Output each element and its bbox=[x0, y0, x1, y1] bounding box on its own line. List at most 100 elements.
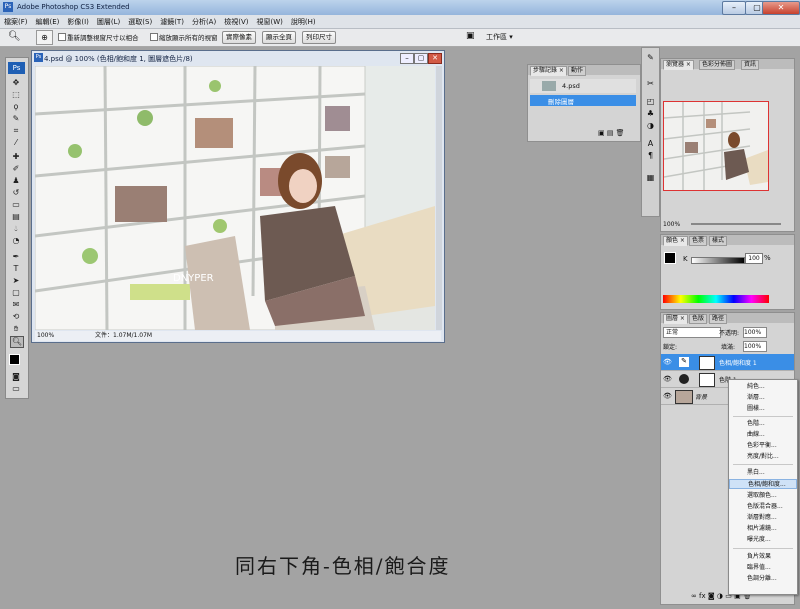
move-tool-icon[interactable]: ✥ bbox=[10, 78, 22, 88]
menu-item-gradient[interactable]: 漸層... bbox=[729, 393, 797, 403]
zoom-all-checkbox[interactable] bbox=[150, 33, 158, 41]
navigator-zoom-slider[interactable] bbox=[691, 223, 781, 225]
visibility-eye-icon[interactable]: 👁︎ bbox=[663, 358, 672, 366]
visibility-eye-icon[interactable]: 👁︎ bbox=[663, 375, 672, 383]
menu-filter[interactable]: 濾鏡(T) bbox=[156, 15, 188, 28]
menu-item-posterize[interactable]: 色調分離... bbox=[729, 574, 797, 584]
tab-actions[interactable]: 動作 bbox=[568, 66, 587, 76]
marquee-tool-icon[interactable]: ⬚ bbox=[10, 90, 22, 100]
zoom-tool-icon[interactable]: 🔍︎ bbox=[8, 31, 21, 42]
layer-comps-icon[interactable]: ◰ bbox=[645, 96, 656, 107]
navigator-preview[interactable] bbox=[663, 101, 769, 191]
menu-analysis[interactable]: 分析(A) bbox=[188, 15, 220, 28]
foreground-color-swatch[interactable] bbox=[9, 354, 20, 365]
pen-tool-icon[interactable]: ✒ bbox=[10, 252, 22, 262]
menu-item-photo-filter[interactable]: 相片濾鏡... bbox=[729, 524, 797, 534]
color-k-slider[interactable] bbox=[691, 257, 745, 264]
menu-item-hue-saturation[interactable]: 色相/飽和度... bbox=[729, 479, 797, 489]
zoom-in-icon[interactable]: ⊕ bbox=[36, 30, 53, 45]
animation-panel-icon[interactable]: ▦ bbox=[645, 172, 656, 183]
notes-tool-icon[interactable]: ✉ bbox=[10, 300, 22, 310]
3d-rotate-icon[interactable]: ⟲ bbox=[10, 312, 22, 322]
menu-item-channel-mixer[interactable]: 色版混合器... bbox=[729, 502, 797, 512]
color-value-field[interactable]: 100 bbox=[745, 253, 763, 264]
eyedropper-tool-icon[interactable]: ⁄ bbox=[10, 138, 22, 148]
menu-item-threshold[interactable]: 臨界值... bbox=[729, 563, 797, 573]
menu-item-levels[interactable]: 色階... bbox=[729, 419, 797, 429]
tab-layers[interactable]: 圖層 × bbox=[663, 314, 688, 324]
workspace-menu[interactable]: 工作區 ▾ bbox=[486, 32, 513, 42]
fit-screen-button[interactable]: 顯示全頁 bbox=[262, 31, 296, 44]
menu-item-black-white[interactable]: 黑白... bbox=[729, 468, 797, 478]
menu-item-curves[interactable]: 曲線... bbox=[729, 430, 797, 440]
status-zoom[interactable]: 100% bbox=[37, 331, 54, 341]
menu-edit[interactable]: 編輯(E) bbox=[32, 15, 64, 28]
screen-mode-icon[interactable]: ▭ bbox=[10, 384, 22, 394]
quick-select-tool-icon[interactable]: ✎ bbox=[10, 114, 22, 124]
info-panel-icon[interactable]: ◑ bbox=[645, 120, 656, 131]
tab-histogram[interactable]: 色彩分佈圖 bbox=[699, 60, 736, 70]
character-panel-icon[interactable]: A bbox=[645, 138, 656, 149]
menu-file[interactable]: 檔案(F) bbox=[0, 15, 32, 28]
tab-navigator[interactable]: 瀏覽器 × bbox=[663, 60, 694, 70]
type-tool-icon[interactable]: T bbox=[10, 264, 22, 274]
quick-mask-icon[interactable]: ◙ bbox=[10, 372, 22, 382]
doc-minimize-button[interactable]: – bbox=[400, 53, 414, 64]
history-snapshot[interactable]: 4.psd bbox=[530, 79, 636, 93]
clone-source-icon[interactable]: ♣ bbox=[645, 108, 656, 119]
menu-layer[interactable]: 圖層(L) bbox=[93, 15, 124, 28]
minimize-button[interactable]: – bbox=[722, 1, 746, 15]
navigator-zoom-value[interactable]: 100% bbox=[663, 221, 680, 228]
crop-tool-icon[interactable]: ⌗ bbox=[10, 126, 22, 136]
opacity-field[interactable]: 100% bbox=[743, 327, 767, 338]
tool-presets-icon[interactable]: ✂ bbox=[645, 78, 656, 89]
history-brush-icon[interactable]: ↺ bbox=[10, 188, 22, 198]
hand-tool-icon[interactable]: ✋︎ bbox=[10, 324, 22, 334]
menu-image[interactable]: 影像(I) bbox=[63, 15, 93, 28]
doc-close-button[interactable]: ✕ bbox=[428, 53, 442, 64]
paragraph-panel-icon[interactable]: ¶ bbox=[645, 150, 656, 161]
brush-panel-icon[interactable]: ✎ bbox=[645, 52, 656, 63]
menu-help[interactable]: 說明(H) bbox=[287, 15, 320, 28]
menu-item-pattern[interactable]: 圖樣... bbox=[729, 404, 797, 414]
visibility-eye-icon[interactable]: 👁︎ bbox=[663, 392, 672, 400]
menu-view[interactable]: 檢視(V) bbox=[220, 15, 252, 28]
menu-item-invert[interactable]: 負片效果 bbox=[729, 552, 797, 562]
bridge-icon[interactable]: ▣ bbox=[466, 31, 475, 41]
layer-row-hue-saturation[interactable]: 👁︎ ✎ 色相/飽和度 1 bbox=[661, 354, 794, 371]
tab-swatches[interactable]: 色票 bbox=[689, 236, 708, 246]
color-foreground-swatch[interactable] bbox=[664, 252, 676, 264]
image-canvas[interactable]: DNYPER bbox=[35, 66, 435, 330]
tab-color[interactable]: 顏色 × bbox=[663, 236, 688, 246]
menu-item-exposure[interactable]: 曝光度... bbox=[729, 535, 797, 545]
eraser-tool-icon[interactable]: ▭ bbox=[10, 200, 22, 210]
tab-paths[interactable]: 路徑 bbox=[709, 314, 728, 324]
menu-item-brightness-contrast[interactable]: 亮度/對比... bbox=[729, 452, 797, 462]
menu-item-gradient-map[interactable]: 漸層對應... bbox=[729, 513, 797, 523]
stamp-tool-icon[interactable]: ♟ bbox=[10, 176, 22, 186]
zoom-tool-selected-icon[interactable]: 🔍︎ bbox=[10, 336, 24, 348]
blend-mode-select[interactable]: 正常 bbox=[663, 327, 721, 338]
vertical-scrollbar[interactable] bbox=[436, 66, 442, 330]
history-footer-icons[interactable]: ▣ ▤ 🗑︎ bbox=[598, 129, 625, 137]
menu-select[interactable]: 選取(S) bbox=[124, 15, 156, 28]
history-state-selected[interactable]: 刪除圖層 bbox=[530, 95, 636, 106]
tab-styles[interactable]: 樣式 bbox=[709, 236, 728, 246]
layer-mask-thumbnail[interactable] bbox=[699, 356, 715, 370]
tab-history[interactable]: 步驟記錄 × bbox=[530, 66, 567, 76]
path-select-icon[interactable]: ➤ bbox=[10, 276, 22, 286]
close-button[interactable]: ✕ bbox=[762, 1, 800, 15]
dodge-tool-icon[interactable]: ◔ bbox=[10, 236, 22, 246]
tab-channels[interactable]: 色版 bbox=[689, 314, 708, 324]
healing-tool-icon[interactable]: ✚ bbox=[10, 152, 22, 162]
brush-tool-icon[interactable]: ✐ bbox=[10, 164, 22, 174]
tab-info[interactable]: 資訊 bbox=[741, 60, 760, 70]
menu-item-color-balance[interactable]: 色彩平衡... bbox=[729, 441, 797, 451]
color-spectrum-ramp[interactable] bbox=[663, 295, 769, 303]
menu-item-solid-color[interactable]: 純色... bbox=[729, 382, 797, 392]
lasso-tool-icon[interactable]: ϙ bbox=[10, 102, 22, 112]
gradient-tool-icon[interactable]: ▤ bbox=[10, 212, 22, 222]
menu-item-selective-color[interactable]: 選取顏色... bbox=[729, 491, 797, 501]
menu-window[interactable]: 視窗(W) bbox=[252, 15, 286, 28]
resize-windows-checkbox[interactable] bbox=[58, 33, 66, 41]
